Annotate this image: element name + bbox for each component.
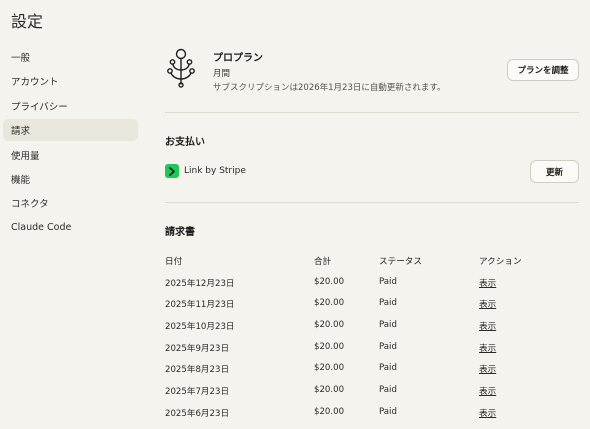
link-stripe-icon [165,164,179,178]
table-row: 2025年12月23日 $20.00 Paid 表示 [165,272,579,294]
sidebar-item-account[interactable]: アカウント [3,70,138,92]
invoice-status: Paid [379,406,397,417]
sidebar-item-label: 請求 [11,126,31,138]
payment-method-label: Link by Stripe [184,166,246,176]
invoice-date: 2025年12月23日 [165,278,235,289]
column-header-total: 合計 [314,257,332,267]
table-row: 2025年6月23日 $20.00 Paid 表示 [165,402,579,424]
plan-tree-icon [167,48,195,88]
invoice-total: $20.00 [314,385,345,396]
invoice-view-link[interactable]: 表示 [479,298,496,310]
invoice-view-link[interactable]: 表示 [479,342,496,354]
payment-section-title: お支払い [165,137,205,148]
invoice-total: $20.00 [314,406,345,417]
invoice-table: 日付 合計 ステータス アクション 2025年12月23日 $20.00 Paid 表… [165,250,579,424]
invoice-total: $20.00 [314,298,345,309]
sidebar-item-label: 機能 [11,174,31,186]
sidebar-item-label: 一般 [11,53,31,64]
divider [165,112,579,113]
invoice-date: 2025年9月23日 [165,343,230,354]
column-header-date: 日付 [165,257,183,267]
invoice-status: Paid [379,320,397,331]
invoice-date: 2025年8月23日 [165,365,230,376]
sidebar-item-general[interactable]: 一般 [3,46,138,68]
sidebar-item-label: コネクタ [11,199,49,211]
table-row: 2025年7月23日 $20.00 Paid 表示 [165,380,579,402]
plan-name: プロプラン [213,53,263,64]
invoice-total: $20.00 [314,341,345,352]
invoice-view-link[interactable]: 表示 [479,320,496,332]
divider [165,202,579,203]
settings-sidebar: 一般 アカウント プライバシー 請求 使用量 機能 コネクタ Claude Co… [3,46,138,241]
plan-billing-cycle: 月間 [213,69,231,79]
table-row: 2025年10月23日 $20.00 Paid 表示 [165,315,579,337]
sidebar-item-usage[interactable]: 使用量 [3,144,138,166]
column-header-status: ステータス [379,257,422,267]
invoice-date: 2025年10月23日 [165,322,235,333]
sidebar-item-label: プライバシー [11,101,68,113]
invoice-status: Paid [379,363,397,374]
table-row: 2025年8月23日 $20.00 Paid 表示 [165,358,579,380]
invoice-view-link[interactable]: 表示 [479,407,496,419]
column-header-action: アクション [479,257,522,267]
adjust-plan-button[interactable]: プランを調整 [507,59,579,81]
sidebar-item-privacy[interactable]: プライバシー [3,95,138,117]
invoice-view-link[interactable]: 表示 [479,277,496,289]
plan-renewal-text: サブスクリプションは2026年1月23日に自動更新されます。 [213,83,446,93]
page-title: 設定 [11,12,44,31]
invoice-total: $20.00 [314,320,345,331]
invoice-view-link[interactable]: 表示 [479,363,496,375]
table-row: 2025年11月23日 $20.00 Paid 表示 [165,293,579,315]
invoice-total: $20.00 [314,363,345,374]
update-payment-button[interactable]: 更新 [530,160,579,183]
chevron-right-icon [169,166,175,176]
sidebar-item-label: 使用量 [11,150,40,162]
sidebar-item-label: Claude Code [11,222,72,234]
invoice-status: Paid [379,298,397,309]
invoice-status: Paid [379,341,397,352]
sidebar-item-label: アカウント [11,77,59,89]
sidebar-item-connectors[interactable]: コネクタ [3,192,138,214]
table-header-row: 日付 合計 ステータス アクション [165,250,579,272]
sidebar-item-claude-code[interactable]: Claude Code [3,217,138,239]
invoice-status: Paid [379,385,397,396]
invoice-date: 2025年6月23日 [165,408,230,419]
invoice-date: 2025年7月23日 [165,387,230,398]
table-row: 2025年9月23日 $20.00 Paid 表示 [165,337,579,359]
payment-method: Link by Stripe [165,164,246,178]
invoice-status: Paid [379,276,397,287]
invoice-date: 2025年11月23日 [165,300,235,311]
sidebar-item-billing[interactable]: 請求 [3,119,138,142]
invoice-view-link[interactable]: 表示 [479,385,496,397]
invoice-total: $20.00 [314,276,345,287]
invoices-section-title: 請求書 [165,227,195,238]
sidebar-item-features[interactable]: 機能 [3,168,138,190]
